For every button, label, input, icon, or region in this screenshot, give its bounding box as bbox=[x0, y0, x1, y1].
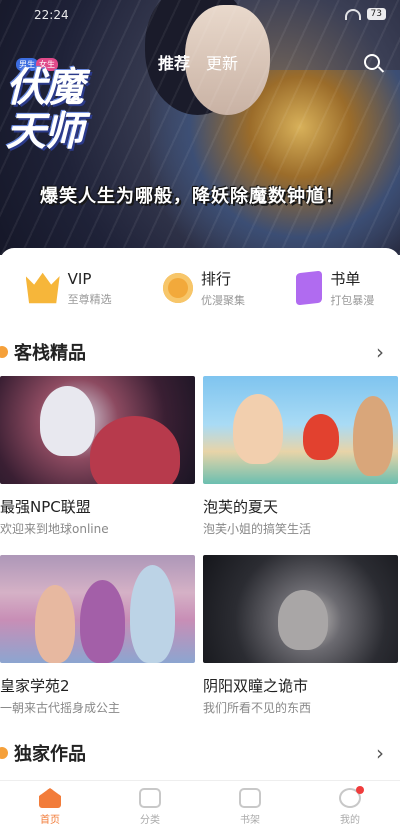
status-icons: 73 bbox=[344, 8, 386, 20]
comic-cover bbox=[203, 555, 398, 663]
comic-title-logo: 伏魔天师 bbox=[6, 64, 84, 155]
section-dot-icon bbox=[0, 747, 8, 759]
section-dot-icon bbox=[0, 346, 8, 358]
chevron-right-icon[interactable]: › bbox=[376, 741, 384, 765]
comic-card[interactable]: 皇家学苑2 一朝来古代摇身成公主 bbox=[0, 555, 195, 716]
comic-title: 皇家学苑2 bbox=[0, 677, 70, 695]
comic-title: 阴阳双瞳之诡市 bbox=[203, 677, 309, 695]
bookshelf-icon bbox=[239, 788, 261, 808]
category-icon bbox=[139, 788, 161, 808]
shortcut-booklist[interactable]: 书单 打包暴漫 bbox=[296, 268, 374, 308]
tab-profile[interactable]: 我的 bbox=[320, 786, 380, 826]
hero-banner[interactable]: 22:24 73 男生 女生 伏魔天师 推荐 更新 爆笑人生为哪般，降妖除魔数钟… bbox=[0, 0, 400, 255]
shortcut-ranking[interactable]: 排行 优漫聚集 bbox=[162, 268, 245, 308]
comic-card[interactable]: 阴阳双瞳之诡市 我们所看不见的东西 bbox=[203, 555, 398, 716]
comic-cover bbox=[203, 376, 398, 484]
tab-label: 首页 bbox=[40, 815, 60, 826]
comic-subtitle: 我们所看不见的东西 bbox=[203, 701, 312, 715]
section-header-exclusive[interactable]: 独家作品 › bbox=[0, 733, 400, 773]
shortcut-title: 排行 bbox=[200, 270, 231, 288]
tab-recommend[interactable]: 推荐 bbox=[158, 50, 190, 74]
comic-card[interactable]: 泡芙的夏天 泡芙小姐的搞笑生活 bbox=[203, 376, 398, 537]
tab-category[interactable]: 分类 bbox=[120, 788, 180, 826]
tab-label: 我的 bbox=[340, 815, 360, 826]
shortcut-subtitle: 打包暴漫 bbox=[330, 294, 375, 307]
shortcut-row: VIP 至尊精选 排行 优漫聚集 书单 打包暴漫 bbox=[0, 248, 400, 328]
tab-label: 书架 bbox=[240, 815, 260, 826]
comic-cover bbox=[0, 555, 195, 663]
tab-home[interactable]: 首页 bbox=[20, 788, 80, 826]
notification-badge bbox=[356, 786, 364, 794]
shortcut-subtitle: 至尊精选 bbox=[67, 292, 112, 306]
comic-subtitle: 一朝来古代摇身成公主 bbox=[0, 701, 121, 715]
tab-label: 分类 bbox=[140, 815, 160, 826]
tab-update[interactable]: 更新 bbox=[206, 50, 238, 74]
home-icon bbox=[39, 788, 61, 808]
status-time: 22:24 bbox=[34, 8, 69, 22]
comic-subtitle: 欢迎来到地球online bbox=[0, 522, 109, 536]
wifi-icon bbox=[344, 8, 361, 20]
comic-card[interactable]: 最强NPC联盟 欢迎来到地球online bbox=[0, 376, 195, 537]
top-tabs: 推荐 更新 bbox=[158, 50, 238, 74]
section-header-featured[interactable]: 客栈精品 › bbox=[0, 332, 400, 372]
medal-icon bbox=[162, 273, 193, 303]
crown-icon bbox=[25, 272, 60, 304]
shortcut-title: 书单 bbox=[330, 270, 361, 288]
shortcut-vip[interactable]: VIP 至尊精选 bbox=[25, 269, 112, 307]
tab-bookshelf[interactable]: 书架 bbox=[220, 788, 280, 826]
shortcut-title: VIP bbox=[67, 269, 92, 288]
section-title: 客栈精品 bbox=[14, 343, 86, 364]
chevron-right-icon[interactable]: › bbox=[376, 340, 384, 364]
comic-title: 最强NPC联盟 bbox=[0, 498, 91, 516]
search-icon[interactable] bbox=[364, 54, 380, 70]
book-icon bbox=[296, 270, 323, 306]
comic-title: 泡芙的夏天 bbox=[203, 498, 279, 516]
bottom-tab-bar: 首页 分类 书架 我的 bbox=[0, 780, 400, 833]
comic-cover bbox=[0, 376, 195, 484]
comic-subtitle: 泡芙小姐的搞笑生活 bbox=[203, 522, 312, 536]
hero-slogan: 爆笑人生为哪般，降妖除魔数钟馗！ bbox=[40, 186, 344, 207]
shortcut-subtitle: 优漫聚集 bbox=[200, 294, 245, 307]
section-title: 独家作品 bbox=[14, 744, 86, 765]
battery-icon: 73 bbox=[366, 8, 386, 20]
